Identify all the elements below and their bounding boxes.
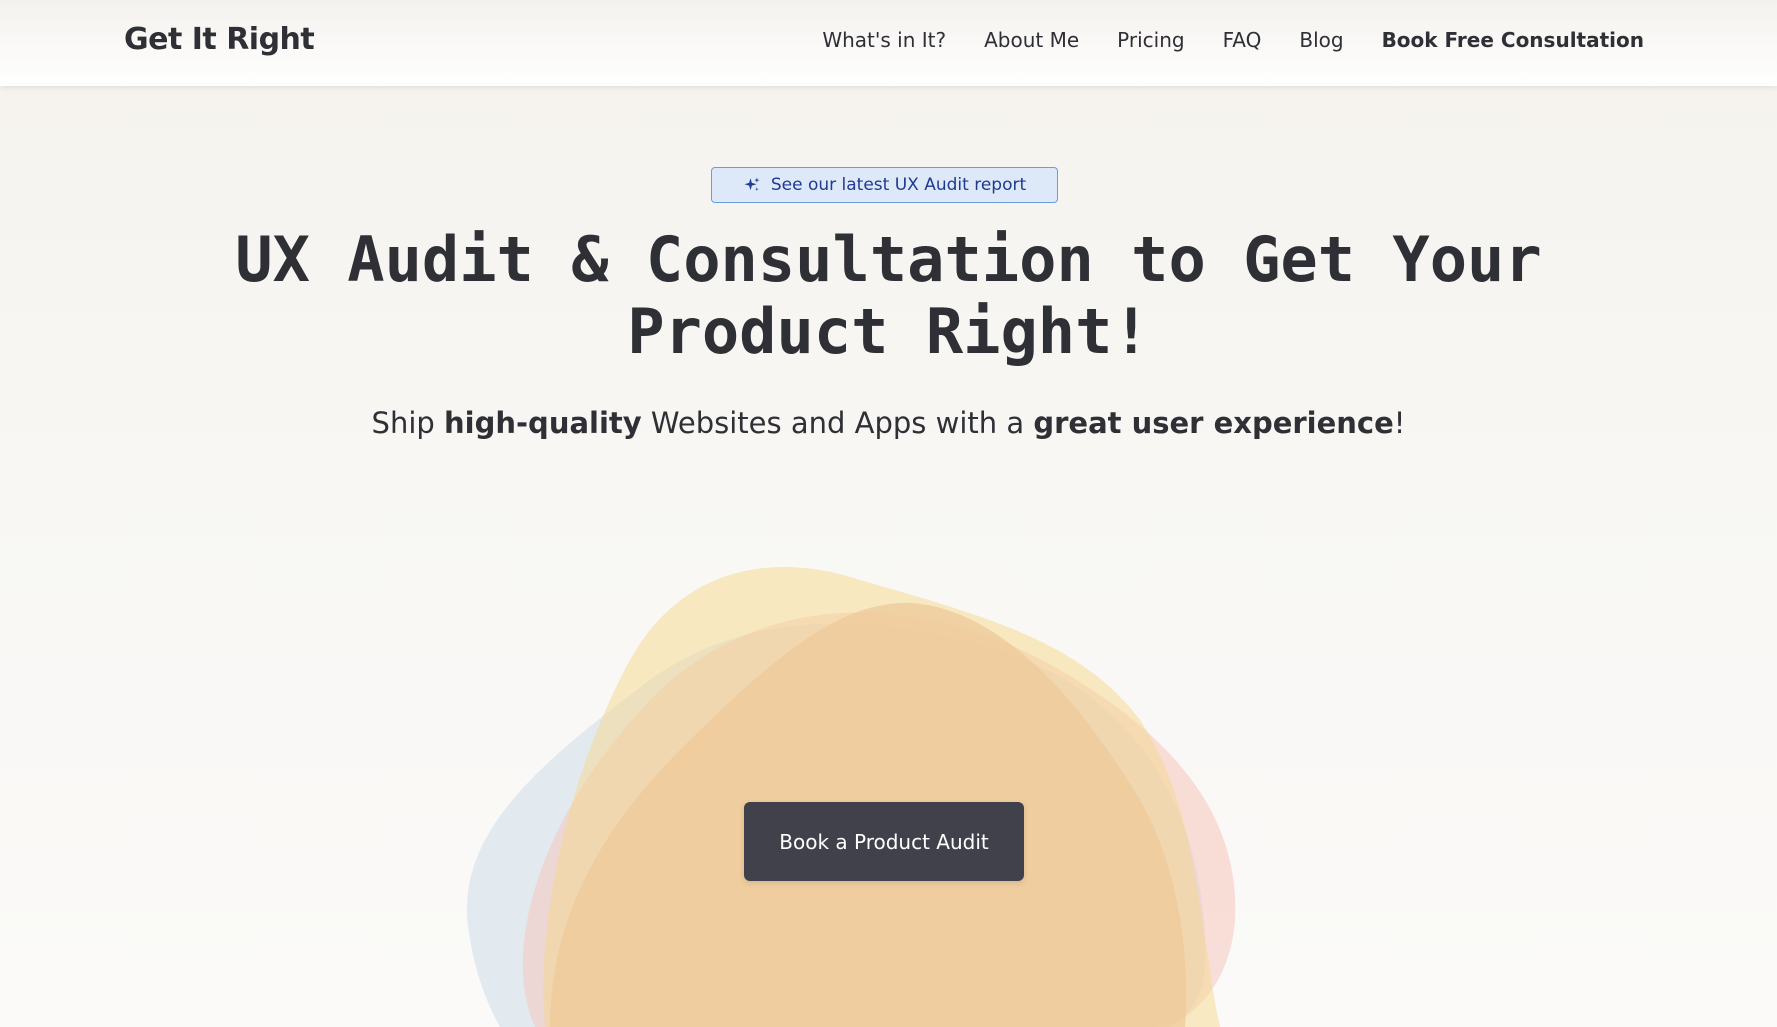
logo[interactable]: Get It Right xyxy=(124,22,315,57)
sparkle-icon xyxy=(744,177,760,191)
book-free-consultation-link[interactable]: Book Free Consultation xyxy=(1382,28,1644,52)
nav-link-faq[interactable]: FAQ xyxy=(1223,28,1262,52)
nav-link-about-me[interactable]: About Me xyxy=(984,28,1079,52)
decorative-blobs xyxy=(466,566,1236,1027)
nav-link-whats-in-it[interactable]: What's in It? xyxy=(822,28,946,52)
subline-bold-2: great user experience xyxy=(1033,406,1394,440)
subline-text-3: ! xyxy=(1393,406,1406,440)
subline-text-1: Ship xyxy=(371,406,445,440)
badge-label: See our latest UX Audit report xyxy=(770,175,1027,195)
subline-bold-1: high-quality xyxy=(444,406,642,440)
nav-link-pricing[interactable]: Pricing xyxy=(1117,28,1184,52)
top-navigation: Get It Right What's in It? About Me Pric… xyxy=(0,0,1777,86)
subline-text-2: Websites and Apps with a xyxy=(641,406,1034,440)
page-title: UX Audit & Consultation to Get Your Prod… xyxy=(180,224,1597,368)
ux-audit-report-badge[interactable]: See our latest UX Audit report xyxy=(711,167,1058,203)
book-product-audit-button[interactable]: Book a Product Audit xyxy=(744,802,1024,881)
headline-line-1: UX Audit & Consultation to Get Your xyxy=(235,223,1542,296)
hero-subheading: Ship high-quality Websites and Apps with… xyxy=(0,406,1777,440)
headline-line-2: Product Right! xyxy=(627,295,1150,368)
nav-links: What's in It? About Me Pricing FAQ Blog … xyxy=(822,28,1644,52)
nav-link-blog[interactable]: Blog xyxy=(1299,28,1343,52)
